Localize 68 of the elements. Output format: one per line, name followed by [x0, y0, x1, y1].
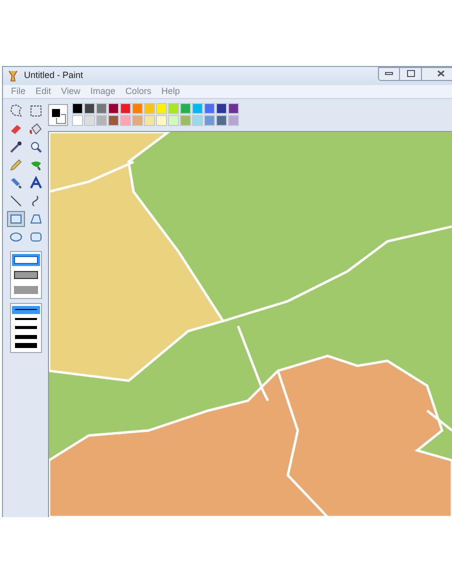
palette-swatch[interactable] — [204, 115, 215, 126]
lasso-icon — [8, 104, 22, 118]
airbrush-icon — [8, 176, 22, 190]
palette-swatch[interactable] — [72, 103, 83, 114]
menu-item[interactable]: File — [11, 84, 26, 98]
fill-style-icon — [14, 286, 38, 294]
palette-swatch[interactable] — [216, 103, 227, 114]
tool-button[interactable] — [6, 210, 24, 227]
fill-style-option[interactable] — [12, 254, 40, 266]
line-width-icon — [14, 334, 36, 339]
line-width-icon — [14, 326, 36, 330]
palette-swatch[interactable] — [168, 115, 179, 126]
line-icon — [8, 194, 22, 208]
text-tool-icon — [28, 176, 42, 190]
dashed-square-icon — [28, 104, 42, 118]
line-width-option[interactable] — [12, 306, 40, 314]
minimize-icon — [385, 72, 393, 76]
palette-swatch[interactable] — [228, 115, 239, 126]
outline-style-icon — [14, 256, 38, 264]
ellipse-icon — [8, 230, 22, 244]
line-width-icon — [14, 318, 36, 320]
palette-swatch[interactable] — [192, 103, 203, 114]
eyedropper-icon — [8, 140, 22, 154]
line-width-icon — [14, 343, 36, 348]
palette-swatch[interactable] — [120, 103, 131, 114]
maximize-button[interactable] — [400, 66, 422, 81]
menu-item[interactable]: Edit — [36, 84, 52, 98]
rounded-rectangle-icon — [28, 230, 42, 244]
current-colors[interactable] — [48, 104, 68, 126]
window-title: Untitled - Paint — [24, 69, 84, 82]
pencil-icon — [8, 158, 22, 172]
menu-item[interactable]: Image — [90, 84, 116, 98]
palette-swatch[interactable] — [228, 103, 239, 114]
palette-swatch[interactable] — [192, 115, 203, 126]
fill-style-option[interactable] — [12, 268, 40, 281]
palette-swatch[interactable] — [84, 115, 95, 126]
outline-fill-style-icon — [14, 270, 38, 279]
palette-swatch[interactable] — [120, 115, 131, 126]
palette-swatch[interactable] — [132, 115, 143, 126]
bucket-icon — [28, 122, 42, 136]
palette-swatch[interactable] — [204, 103, 215, 114]
menu-item[interactable]: Colors — [125, 84, 152, 98]
palette-swatch[interactable] — [216, 115, 227, 126]
palette-swatch[interactable] — [180, 103, 191, 114]
palette-swatch[interactable] — [156, 103, 167, 114]
magnifier-icon — [28, 140, 42, 154]
maximize-icon — [406, 70, 414, 78]
line-width-icon — [14, 309, 36, 310]
close-icon — [436, 70, 444, 78]
rectangle-icon — [8, 212, 22, 226]
palette-swatch[interactable] — [72, 115, 83, 126]
palette-swatch[interactable] — [108, 115, 119, 126]
palette-swatch[interactable] — [156, 115, 167, 126]
menu-item[interactable]: Help — [161, 84, 180, 98]
close-button[interactable] — [422, 66, 452, 81]
palette-swatch[interactable] — [144, 103, 155, 114]
palette-swatch[interactable] — [168, 103, 179, 114]
minimize-button[interactable] — [378, 66, 400, 81]
palette-swatch[interactable] — [84, 103, 95, 114]
palette-swatch[interactable] — [132, 103, 143, 114]
palette-swatch[interactable] — [96, 115, 107, 126]
polygon-icon — [28, 212, 42, 226]
palette-swatch[interactable] — [144, 115, 155, 126]
palette-swatch[interactable] — [96, 103, 107, 114]
menu-item[interactable]: View — [61, 84, 80, 98]
palette-swatch[interactable] — [180, 115, 191, 126]
palette-swatch[interactable] — [108, 103, 119, 114]
tool-button[interactable] — [26, 120, 44, 137]
